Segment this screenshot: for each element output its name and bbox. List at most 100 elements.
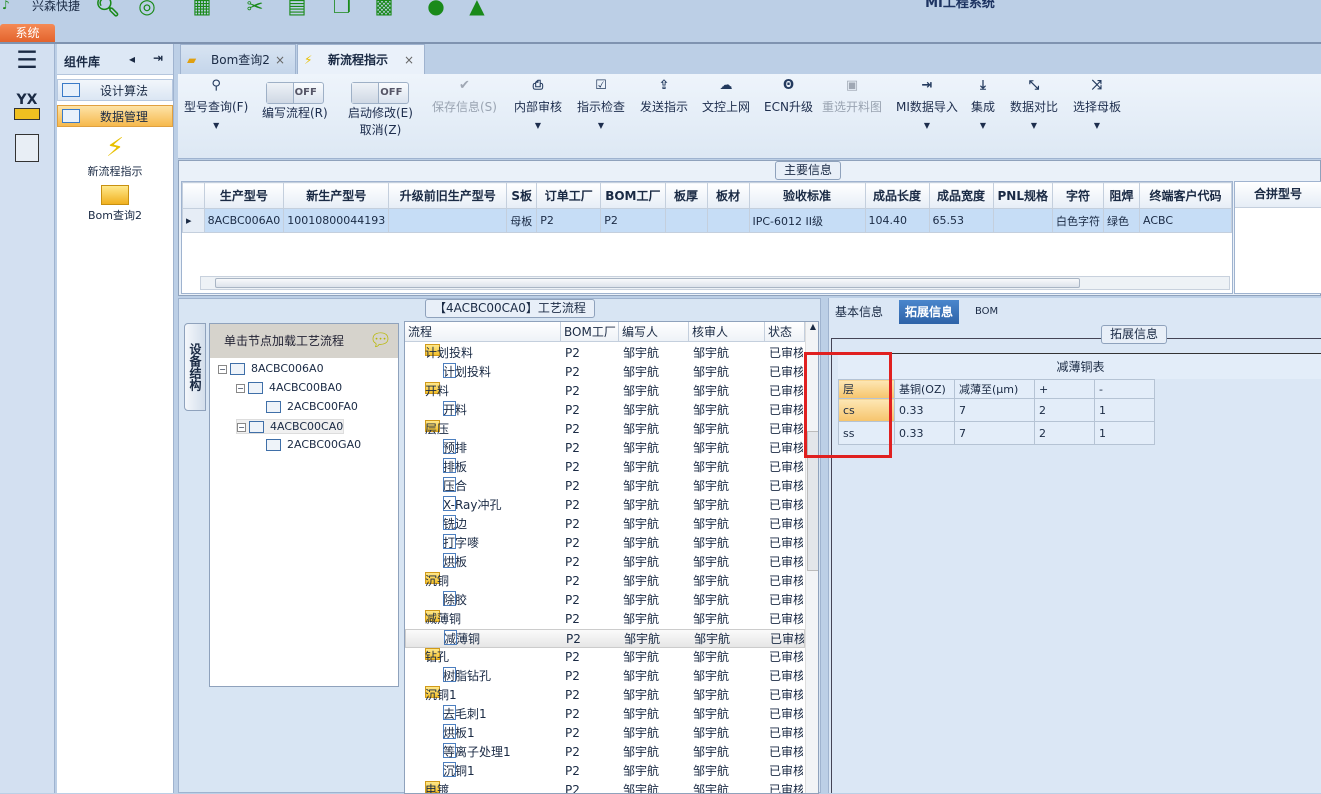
collapse-left-icon[interactable]: ◂ — [129, 52, 135, 66]
process-row[interactable]: X-Ray冲孔 P2 邹宇航 邹宇航 已审核 — [405, 496, 805, 515]
collapse-icon[interactable]: − — [236, 383, 245, 393]
column-header[interactable]: 生产型号 — [203, 182, 285, 209]
check-button[interactable]: ☑ 指示检查 ▼ — [577, 78, 625, 130]
tab-new-flow[interactable]: ⚡ 新流程指示 × — [297, 44, 425, 74]
table-cell[interactable]: 0.33 — [894, 421, 955, 445]
table-cell[interactable]: 1 — [1094, 421, 1155, 445]
send-button[interactable]: ⇪ 发送指示 — [640, 78, 688, 115]
pin-icon[interactable]: ⇥ — [153, 51, 163, 65]
process-row[interactable]: 排板 P2 邹宇航 邹宇航 已审核 — [405, 458, 805, 477]
horizontal-scrollbar[interactable] — [200, 276, 1230, 290]
column-header[interactable]: - — [1094, 379, 1155, 399]
toggle-switch[interactable]: OFF — [351, 82, 410, 104]
column-header[interactable]: 字符 — [1052, 182, 1104, 209]
process-row[interactable]: 沉铜1 P2 邹宇航 邹宇航 已审核 — [405, 762, 805, 781]
copy-icon[interactable]: ❐ — [330, 0, 354, 18]
tree-node[interactable]: − 8ACBC006A0 — [218, 362, 324, 375]
process-row[interactable]: 计划投料 P2 邹宇航 邹宇航 已审核 — [405, 363, 805, 382]
column-header[interactable]: 阻焊 — [1103, 182, 1140, 209]
start-modify-toggle[interactable]: OFF 启动修改(E) 取消(Z) — [348, 82, 413, 138]
write-flow-toggle[interactable]: OFF 编写流程(R) — [262, 82, 328, 121]
process-row[interactable]: 去毛刺1 P2 邹宇航 邹宇航 已审核 — [405, 705, 805, 724]
tree-node[interactable]: 2ACBC00FA0 — [266, 400, 358, 413]
component-item-design[interactable]: 设计算法 — [57, 79, 173, 101]
mi-import-button[interactable]: ⇥ MI数据导入 ▼ — [896, 78, 958, 130]
tile-new-flow[interactable]: ⚡ 新流程指示 — [57, 133, 173, 179]
scroll-up-icon[interactable]: ▲ — [806, 322, 818, 331]
ecn-button[interactable]: Ꙩ ECN升级 — [764, 78, 813, 115]
process-row[interactable]: 等离子处理1 P2 邹宇航 邹宇航 已审核 — [405, 743, 805, 762]
integrate-button[interactable]: ⤓ 集成 ▼ — [971, 78, 995, 130]
process-row[interactable]: 压合 P2 邹宇航 邹宇航 已审核 — [405, 477, 805, 496]
process-row[interactable]: 预排 P2 邹宇航 邹宇航 已审核 — [405, 439, 805, 458]
internal-review-button[interactable]: ⎙ 内部审核 ▼ — [514, 78, 562, 130]
column-header[interactable]: 基铜(OZ) — [894, 379, 955, 399]
process-row[interactable]: 开料 P2 邹宇航 邹宇航 已审核 — [405, 401, 805, 420]
tab-extension-info[interactable]: 拓展信息 — [899, 300, 960, 324]
search-icon[interactable]: 🔍︎ — [95, 0, 120, 18]
column-header[interactable]: 核审人 — [689, 322, 765, 342]
table-cell[interactable]: 2 — [1034, 398, 1095, 422]
close-icon[interactable]: × — [404, 45, 414, 75]
table-row[interactable]: ▸ 8ACBC006A0 10010800044193 母板 P2 P2 IPC-6012 … — [182, 208, 1232, 233]
process-row[interactable]: −钻孔P2邹宇航邹宇航已审核 — [405, 648, 805, 667]
column-header[interactable]: 编写人 — [619, 322, 689, 342]
image-icon[interactable]: ▲ — [465, 0, 489, 18]
tree-node[interactable]: 2ACBC00GA0 — [266, 438, 361, 451]
collapse-icon[interactable]: − — [218, 364, 227, 374]
process-row[interactable]: −电镀P2邹宇航邹宇航已审核 — [405, 781, 805, 793]
model-query-button[interactable]: ⚲ 型号查询(F) ▼ — [184, 78, 248, 130]
side-tab-equipment[interactable]: 设备结构 — [184, 323, 206, 411]
tile-bom-query[interactable]: Bom查询2 — [57, 185, 173, 223]
compare-button[interactable]: ⤡ 数据对比 ▼ — [1010, 78, 1058, 130]
column-header[interactable]: 成品宽度 — [928, 182, 994, 209]
save-button[interactable]: ✔ 保存信息(S) — [432, 78, 497, 115]
process-row[interactable]: 除胶 P2 邹宇航 邹宇航 已审核 — [405, 591, 805, 610]
column-header[interactable]: 板材 — [706, 182, 750, 209]
column-header[interactable]: 终端客户代码 — [1139, 182, 1232, 209]
column-header[interactable]: + — [1034, 379, 1095, 399]
column-header[interactable]: 减薄至(μm) — [954, 379, 1035, 399]
factory-icon[interactable]: YX — [0, 92, 54, 120]
table-cell[interactable]: 2 — [1034, 421, 1095, 445]
table-cell[interactable]: 7 — [954, 398, 1035, 422]
user-icon[interactable]: ● — [424, 0, 448, 18]
ribbon-tab-system[interactable]: 系统 — [0, 24, 55, 43]
column-header[interactable]: 订单工厂 — [536, 182, 602, 209]
tree-node[interactable]: − 4ACBC00CA0 — [236, 419, 345, 434]
column-header[interactable]: 板厚 — [664, 182, 708, 209]
scroll-thumb[interactable] — [215, 278, 1080, 288]
column-header[interactable]: 验收标准 — [748, 182, 866, 209]
grid-icon[interactable]: ▩ — [372, 0, 396, 18]
select-mother-button[interactable]: ⤨ 选择母板 ▼ — [1073, 78, 1121, 130]
close-icon[interactable]: × — [275, 45, 285, 75]
table-icon[interactable]: ▦ — [190, 0, 214, 18]
process-row[interactable]: 减薄铜 P2 邹宇航 邹宇航 已审核 — [405, 629, 805, 648]
column-header[interactable]: BOM工厂 — [561, 322, 619, 342]
scissors-icon[interactable]: ✂ — [243, 0, 267, 18]
film-icon[interactable]: ▤ — [285, 0, 309, 18]
table-cell[interactable]: 7 — [954, 421, 1035, 445]
column-header[interactable]: BOM工厂 — [600, 182, 666, 209]
column-header[interactable]: 新生产型号 — [283, 182, 390, 209]
process-row[interactable]: −计划投料P2邹宇航邹宇航已审核 — [405, 344, 805, 363]
process-row[interactable]: 烘板 P2 邹宇航 邹宇航 已审核 — [405, 553, 805, 572]
table-cell[interactable]: 0.33 — [894, 398, 955, 422]
column-header[interactable]: 流程 — [405, 322, 561, 342]
calculator-icon[interactable] — [15, 134, 39, 162]
process-row[interactable]: −开料P2邹宇航邹宇航已审核 — [405, 382, 805, 401]
lifebuoy-icon[interactable]: ◎ — [135, 0, 159, 18]
tab-basic-info[interactable]: 基本信息 — [829, 300, 889, 324]
cancel-label[interactable]: 取消(Z) — [360, 123, 402, 137]
column-header[interactable]: PNL规格 — [992, 182, 1053, 209]
tab-bom-query[interactable]: ▰ Bom查询2 × — [180, 44, 296, 74]
column-header[interactable]: 升级前旧生产型号 — [388, 182, 508, 209]
process-row[interactable]: −减薄铜P2邹宇航邹宇航已审核 — [405, 610, 805, 629]
reselect-button[interactable]: ▣ 重选开料图 — [822, 78, 882, 115]
menu-icon[interactable]: ☰ — [0, 46, 54, 74]
component-item-data[interactable]: 数据管理 — [57, 105, 173, 127]
column-header[interactable]: 状态 — [765, 322, 805, 342]
process-row[interactable]: −沉铜1P2邹宇航邹宇航已审核 — [405, 686, 805, 705]
process-row[interactable]: −沉铜P2邹宇航邹宇航已审核 — [405, 572, 805, 591]
column-header[interactable]: S板 — [506, 182, 538, 209]
